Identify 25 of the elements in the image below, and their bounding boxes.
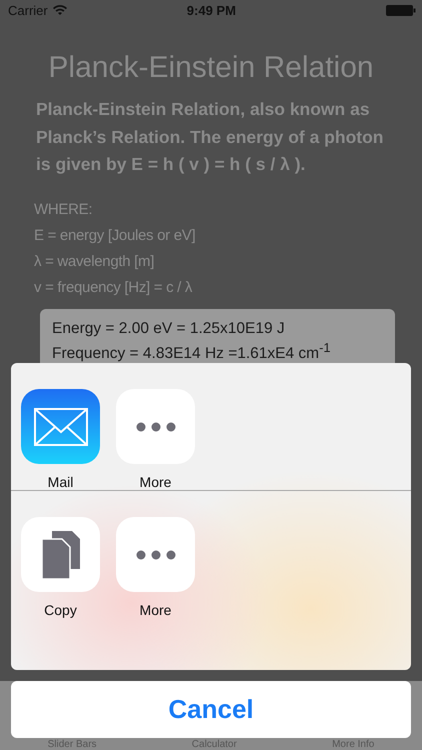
definition-line: λ = wavelength [m] — [34, 252, 156, 272]
carrier-label: Carrier — [8, 2, 48, 18]
share-option-label: More — [140, 474, 172, 490]
definition-line: WHERE: — [34, 200, 94, 220]
clock-time: 9:49 PM — [186, 2, 237, 18]
wifi-icon — [52, 4, 67, 16]
battery-icon — [386, 4, 416, 16]
cancel-button[interactable]: Cancel — [11, 681, 411, 738]
more-button[interactable] — [116, 517, 195, 592]
ellipsis-icon — [136, 550, 176, 560]
ellipsis-icon — [136, 422, 176, 432]
definition-line: E = energy [Joules or eV] — [34, 226, 196, 246]
copy-button[interactable] — [21, 517, 100, 592]
result-line: Energy = 2.00 eV = 1.25x10E19 J — [52, 320, 285, 336]
share-option-label: Copy — [44, 602, 77, 618]
envelope-icon — [34, 408, 88, 446]
share-option-label: More — [140, 602, 172, 618]
result-line: Frequency = 4.83E14 Hz =1.61xE4 cm$^{-1}$ — [52, 344, 331, 362]
documents-icon — [42, 530, 80, 578]
description-text: Planck-Einstein Relation, also known as Planck’s Relation. The energy of a photon is given by E = h ( v ) = h ( s / λ ). — [36, 98, 384, 176]
page-title: Planck-Einstein Relation — [47, 50, 375, 86]
definition-line: v = frequency [Hz] = c / λ — [34, 278, 194, 298]
more-button[interactable] — [116, 389, 195, 464]
mail-app-button[interactable] — [21, 389, 100, 464]
share-option-label: Mail — [48, 474, 74, 490]
